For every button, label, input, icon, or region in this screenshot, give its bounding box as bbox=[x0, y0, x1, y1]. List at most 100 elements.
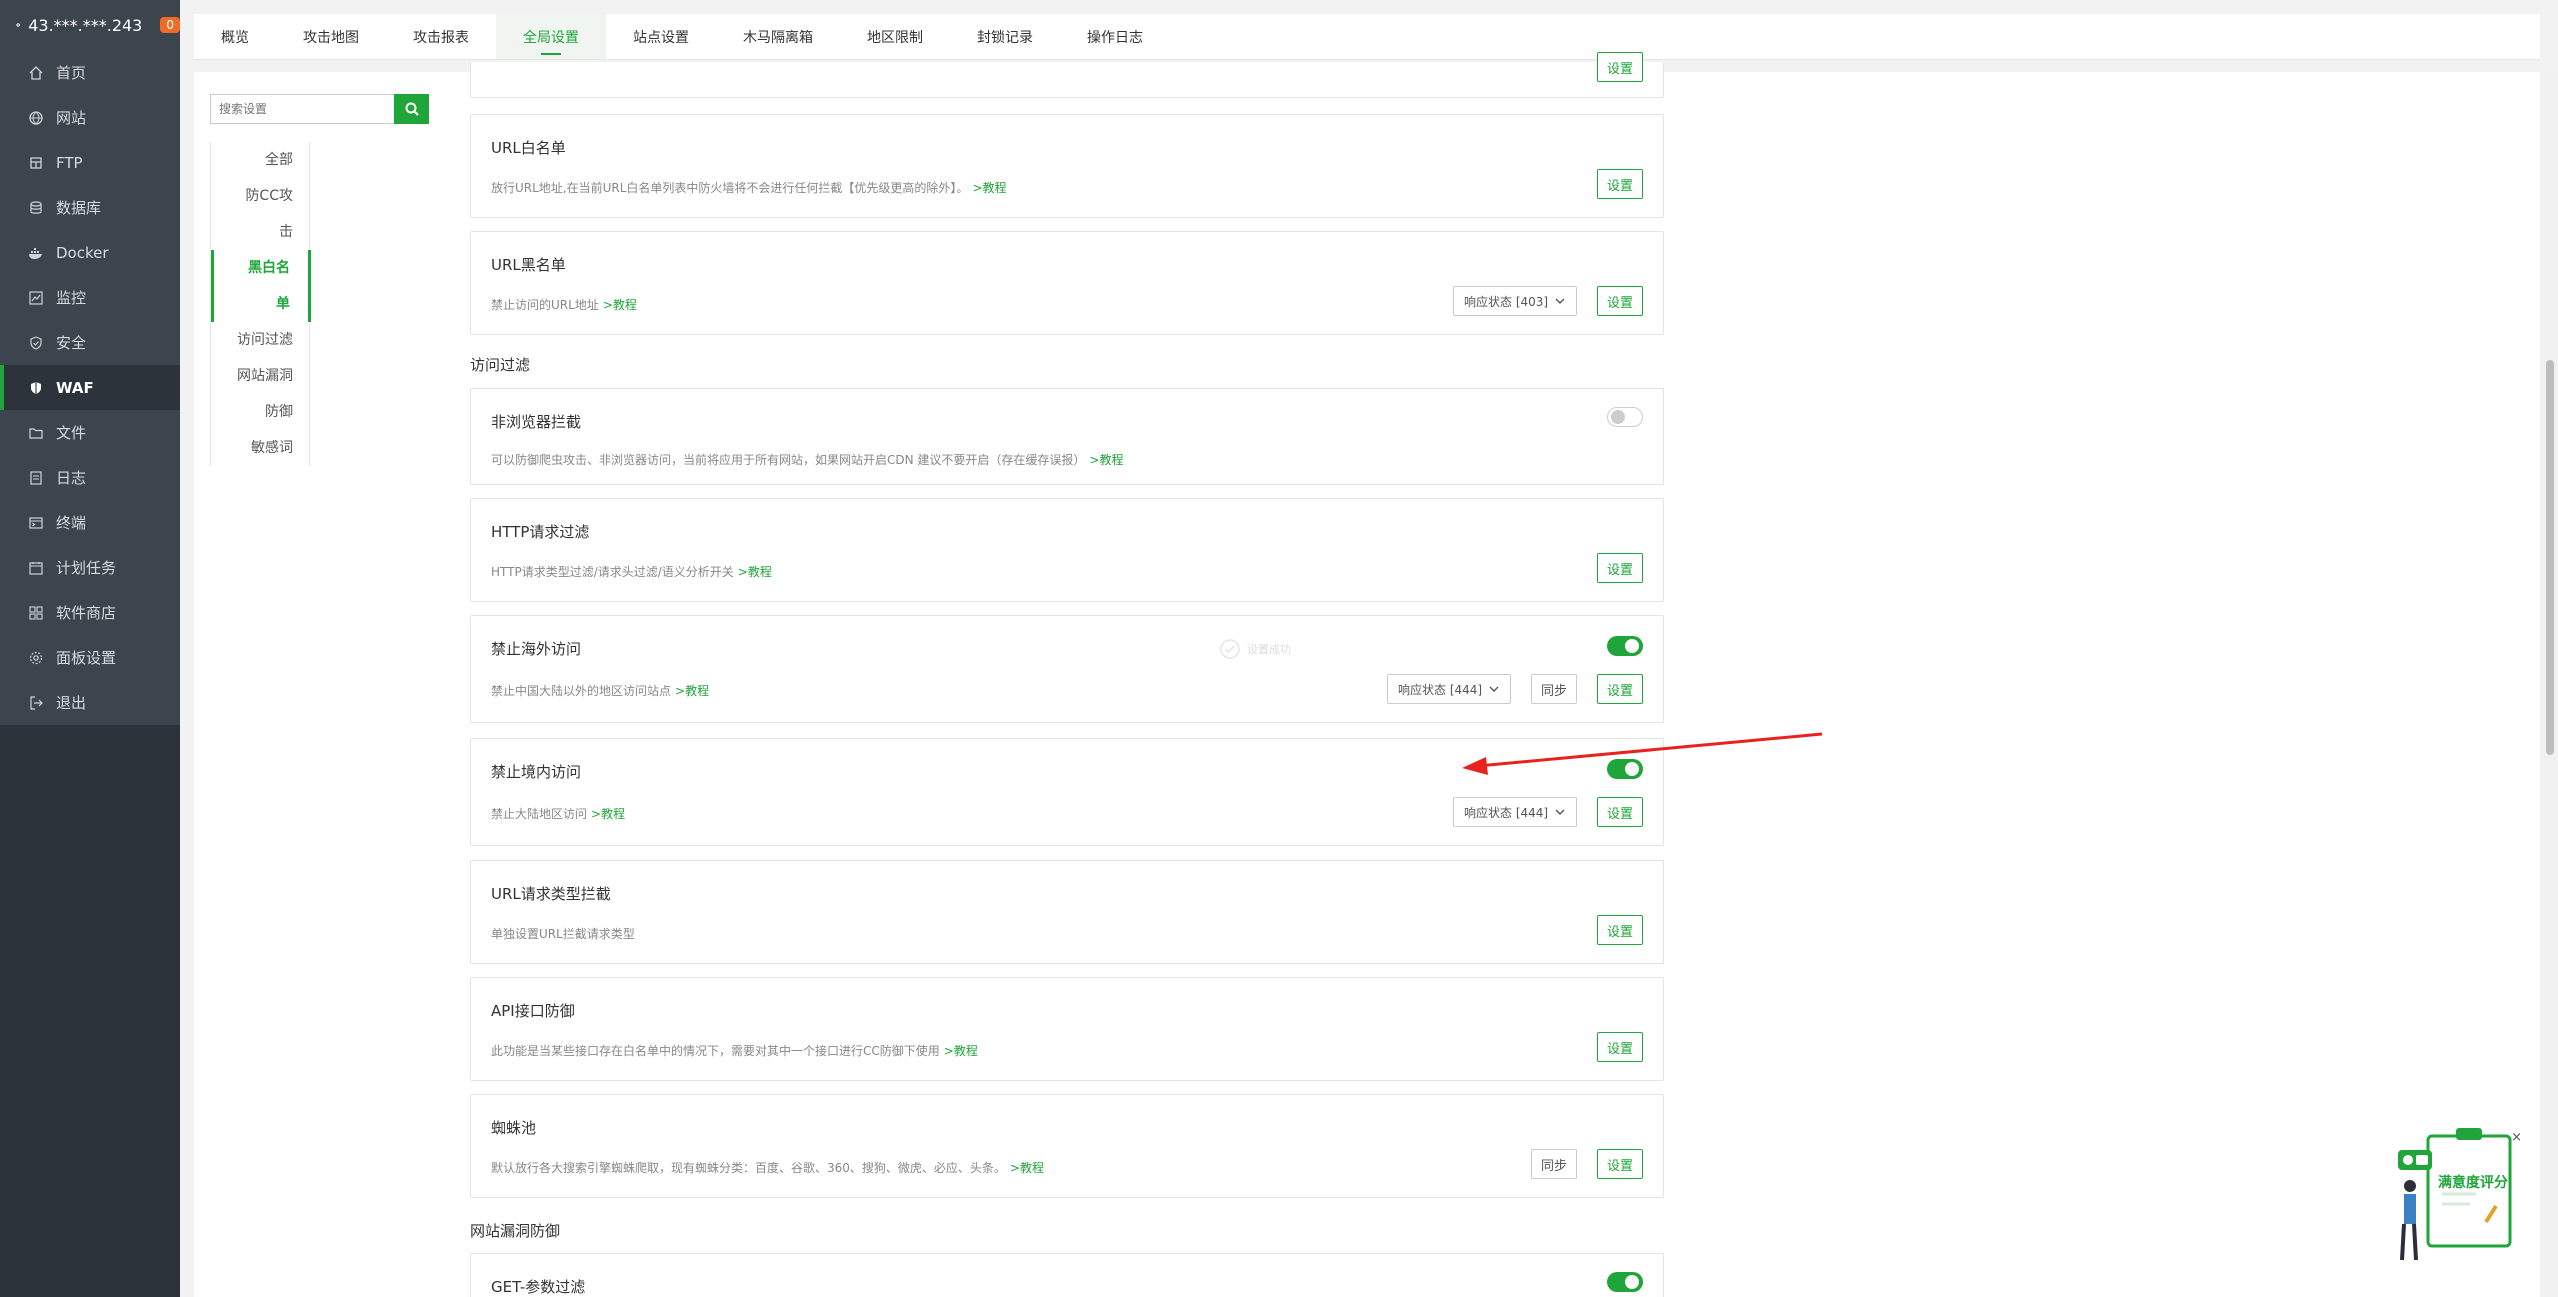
sidebar-item-label: 安全 bbox=[56, 334, 87, 352]
sidebar-item-label: FTP bbox=[56, 153, 83, 172]
satisfaction-widget[interactable]: 满意度评分 × bbox=[2396, 1124, 2522, 1264]
category-blacklist-whitelist-cont[interactable]: 单 bbox=[211, 286, 311, 322]
spider-pool-sync-button[interactable]: 同步 bbox=[1531, 1149, 1577, 1179]
card-desc: 此功能是当某些接口存在白名单中的情况下，需要对其中一个接口进行CC防御下使用 >教… bbox=[491, 1044, 978, 1058]
category-anti-cc-cont[interactable]: 击 bbox=[211, 214, 311, 250]
get-filter-toggle[interactable] bbox=[1607, 1272, 1643, 1292]
section-title-vuln-defense: 网站漏洞防御 bbox=[470, 1222, 561, 1240]
tab-region-limit[interactable]: 地区限制 bbox=[840, 14, 950, 59]
sidebar-item-label: 面板设置 bbox=[56, 649, 117, 667]
sidebar-item-label: 首页 bbox=[56, 64, 87, 82]
sidebar-item-label: 日志 bbox=[56, 469, 87, 487]
tutorial-link[interactable]: >教程 bbox=[1089, 453, 1123, 467]
page-scrollbar-thumb[interactable] bbox=[2546, 360, 2554, 755]
tab-global-settings[interactable]: 全局设置 bbox=[496, 14, 606, 59]
previous-set-button[interactable]: 设置 bbox=[1597, 52, 1643, 82]
tutorial-link[interactable]: >教程 bbox=[591, 807, 625, 821]
home-icon bbox=[28, 65, 44, 81]
card-url-blacklist: URL黑名单 禁止访问的URL地址 >教程 响应状态 [403] 设置 bbox=[470, 231, 1664, 335]
category-anti-cc[interactable]: 防CC攻 bbox=[211, 178, 311, 214]
sidebar-item-label: 数据库 bbox=[56, 199, 102, 217]
card-desc: 默认放行各大搜索引擎蜘蛛爬取，现有蜘蛛分类：百度、谷歌、360、搜狗、微虎、必应… bbox=[491, 1161, 1044, 1175]
tab-attack-report[interactable]: 攻击报表 bbox=[386, 14, 496, 59]
http-filter-set-button[interactable]: 设置 bbox=[1597, 553, 1643, 583]
api-defense-set-button[interactable]: 设置 bbox=[1597, 1032, 1643, 1062]
tutorial-link[interactable]: >教程 bbox=[944, 1044, 978, 1058]
card-title: URL黑名单 bbox=[491, 256, 566, 274]
card-spider-pool: 蜘蛛池 默认放行各大搜索引擎蜘蛛爬取，现有蜘蛛分类：百度、谷歌、360、搜狗、微… bbox=[470, 1094, 1664, 1198]
tutorial-link[interactable]: >教程 bbox=[972, 181, 1006, 195]
spider-pool-set-button[interactable]: 设置 bbox=[1597, 1149, 1643, 1179]
tab-attack-map[interactable]: 攻击地图 bbox=[276, 14, 386, 59]
sidebar-menu: 首页 网站 FTP 数据库 Docker 监控 安全 WAF 文件 日志 终端 … bbox=[0, 50, 180, 725]
waf-icon bbox=[28, 380, 44, 396]
survey-illustration-icon bbox=[2398, 1128, 2512, 1261]
sidebar-item-waf[interactable]: WAF bbox=[0, 365, 180, 410]
folder-icon bbox=[28, 425, 44, 441]
card-title: GET-参数过滤 bbox=[491, 1278, 586, 1296]
card-title: URL请求类型拦截 bbox=[491, 885, 611, 903]
block-domestic-set-button[interactable]: 设置 bbox=[1597, 797, 1643, 827]
tutorial-link[interactable]: >教程 bbox=[738, 565, 772, 579]
tutorial-link[interactable]: >教程 bbox=[603, 298, 637, 312]
tutorial-link[interactable]: >教程 bbox=[1010, 1161, 1044, 1175]
tab-block-records[interactable]: 封锁记录 bbox=[950, 14, 1060, 59]
category-vuln[interactable]: 网站漏洞 bbox=[211, 358, 311, 394]
ftp-icon bbox=[28, 155, 44, 171]
apps-icon bbox=[28, 605, 44, 621]
url-blacklist-set-button[interactable]: 设置 bbox=[1597, 286, 1643, 316]
block-overseas-set-button[interactable]: 设置 bbox=[1597, 674, 1643, 704]
non-browser-toggle[interactable] bbox=[1607, 407, 1643, 427]
close-icon[interactable]: × bbox=[2511, 1130, 2522, 1145]
block-overseas-status-select[interactable]: 响应状态 [444] bbox=[1387, 674, 1511, 704]
url-whitelist-set-button[interactable]: 设置 bbox=[1597, 169, 1643, 199]
card-title: 蜘蛛池 bbox=[491, 1119, 537, 1137]
sidebar-item-ftp[interactable]: FTP bbox=[0, 140, 180, 185]
category-vuln-cont[interactable]: 防御 bbox=[211, 394, 311, 430]
sidebar-item-logout[interactable]: 退出 bbox=[0, 680, 180, 725]
sidebar: 43.***.***.243 0 首页 网站 FTP 数据库 Docker 监控… bbox=[0, 0, 180, 1297]
search-button[interactable] bbox=[394, 94, 429, 124]
category-sensitive-words[interactable]: 敏感词 bbox=[211, 430, 311, 466]
block-overseas-sync-button[interactable]: 同步 bbox=[1531, 674, 1577, 704]
sidebar-item-security[interactable]: 安全 bbox=[0, 320, 180, 365]
card-desc: HTTP请求类型过滤/请求头过滤/语义分析开关 >教程 bbox=[491, 565, 772, 579]
notification-badge[interactable]: 0 bbox=[160, 17, 180, 33]
sidebar-item-files[interactable]: 文件 bbox=[0, 410, 180, 455]
block-overseas-toggle[interactable] bbox=[1607, 636, 1643, 656]
sidebar-item-store[interactable]: 软件商店 bbox=[0, 590, 180, 635]
sidebar-item-website[interactable]: 网站 bbox=[0, 95, 180, 140]
tutorial-link[interactable]: >教程 bbox=[675, 684, 709, 698]
category-all[interactable]: 全部 bbox=[211, 142, 311, 178]
category-blacklist-whitelist[interactable]: 黑白名 bbox=[211, 250, 311, 286]
sidebar-footer bbox=[0, 725, 180, 1297]
tab-trojan-quarantine[interactable]: 木马隔离箱 bbox=[716, 14, 840, 59]
settings-search bbox=[210, 94, 429, 124]
category-access-filter[interactable]: 访问过滤 bbox=[211, 322, 311, 358]
sidebar-item-logs[interactable]: 日志 bbox=[0, 455, 180, 500]
sidebar-item-terminal[interactable]: 终端 bbox=[0, 500, 180, 545]
url-type-set-button[interactable]: 设置 bbox=[1597, 915, 1643, 945]
sidebar-item-label: 文件 bbox=[56, 424, 87, 442]
tab-operation-log[interactable]: 操作日志 bbox=[1060, 14, 1170, 59]
sidebar-item-cron[interactable]: 计划任务 bbox=[0, 545, 180, 590]
search-input[interactable] bbox=[210, 94, 394, 124]
tab-overview[interactable]: 概览 bbox=[194, 14, 276, 59]
server-header[interactable]: 43.***.***.243 0 bbox=[0, 0, 180, 50]
chevron-down-icon bbox=[1555, 809, 1565, 815]
sidebar-item-docker[interactable]: Docker bbox=[0, 230, 180, 275]
search-icon bbox=[405, 102, 419, 116]
sidebar-item-home[interactable]: 首页 bbox=[0, 50, 180, 95]
card-http-request-filter: HTTP请求过滤 HTTP请求类型过滤/请求头过滤/语义分析开关 >教程 设置 bbox=[470, 498, 1664, 602]
tab-site-settings[interactable]: 站点设置 bbox=[606, 14, 716, 59]
sidebar-item-database[interactable]: 数据库 bbox=[0, 185, 180, 230]
card-title: URL白名单 bbox=[491, 139, 566, 157]
url-blacklist-status-select[interactable]: 响应状态 [403] bbox=[1453, 286, 1577, 316]
sidebar-item-panel-settings[interactable]: 面板设置 bbox=[0, 635, 180, 680]
sidebar-item-monitor[interactable]: 监控 bbox=[0, 275, 180, 320]
block-domestic-toggle[interactable] bbox=[1607, 759, 1643, 779]
card-non-browser-block: 非浏览器拦截 可以防御爬虫攻击、非浏览器访问，当前将应用于所有网站，如果网站开启… bbox=[470, 388, 1664, 485]
block-domestic-status-select[interactable]: 响应状态 [444] bbox=[1453, 797, 1577, 827]
sidebar-item-label: WAF bbox=[56, 378, 94, 397]
card-title: 禁止海外访问 bbox=[491, 640, 582, 658]
